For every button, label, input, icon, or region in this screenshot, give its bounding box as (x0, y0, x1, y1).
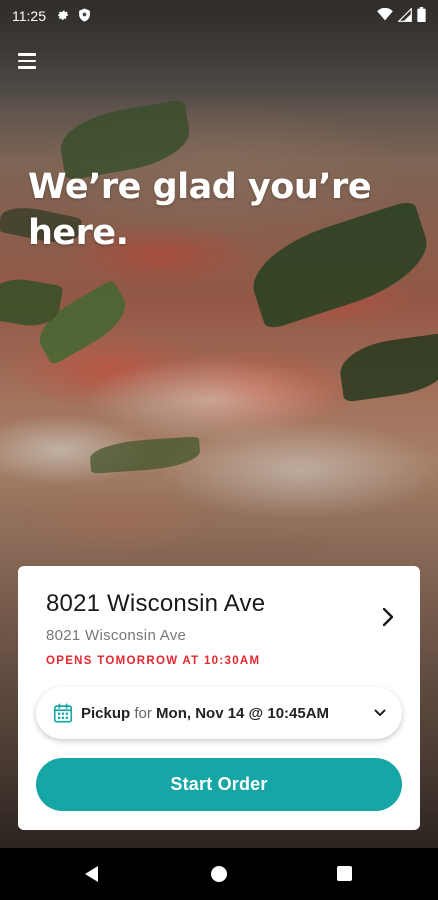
menu-line (18, 53, 36, 56)
order-mode: Pickup (81, 704, 131, 722)
location-card: 8021 Wisconsin Ave 8021 Wisconsin Ave OP… (18, 566, 420, 830)
welcome-heading: We’re glad you’re here. (28, 167, 372, 253)
hamburger-menu-icon[interactable] (14, 48, 40, 74)
menu-line (18, 66, 36, 69)
menu-line (18, 59, 36, 63)
order-time-text: Pickup for Mon, Nov 14 @ 10:45AM (81, 705, 329, 722)
signal-icon (397, 6, 412, 25)
chevron-down-icon (374, 709, 386, 716)
status-right-icons (377, 6, 426, 25)
location-hours-status: OPENS TOMORROW AT 10:30AM (46, 655, 261, 667)
status-time: 11:25 (12, 8, 46, 24)
order-datetime: Mon, Nov 14 @ 10:45AM (156, 704, 330, 722)
recents-icon[interactable] (337, 866, 352, 881)
wifi-icon (377, 7, 393, 24)
gear-icon (56, 8, 70, 25)
shield-icon (78, 8, 91, 25)
location-name: 8021 Wisconsin Ave (46, 590, 266, 617)
location-selector[interactable]: 8021 Wisconsin Ave 8021 Wisconsin Ave OP… (18, 566, 420, 676)
system-navigation-bar (0, 848, 438, 900)
home-icon[interactable] (211, 866, 227, 882)
order-connector: for (134, 704, 152, 722)
status-bar: 11:25 (0, 0, 438, 32)
back-icon[interactable] (83, 865, 101, 883)
order-time-selector[interactable]: Pickup for Mon, Nov 14 @ 10:45AM (36, 687, 402, 739)
battery-icon (417, 7, 426, 25)
start-order-button[interactable]: Start Order (36, 758, 402, 811)
calendar-icon (53, 703, 73, 723)
chevron-right-icon[interactable] (380, 606, 396, 628)
location-address: 8021 Wisconsin Ave (46, 627, 187, 644)
